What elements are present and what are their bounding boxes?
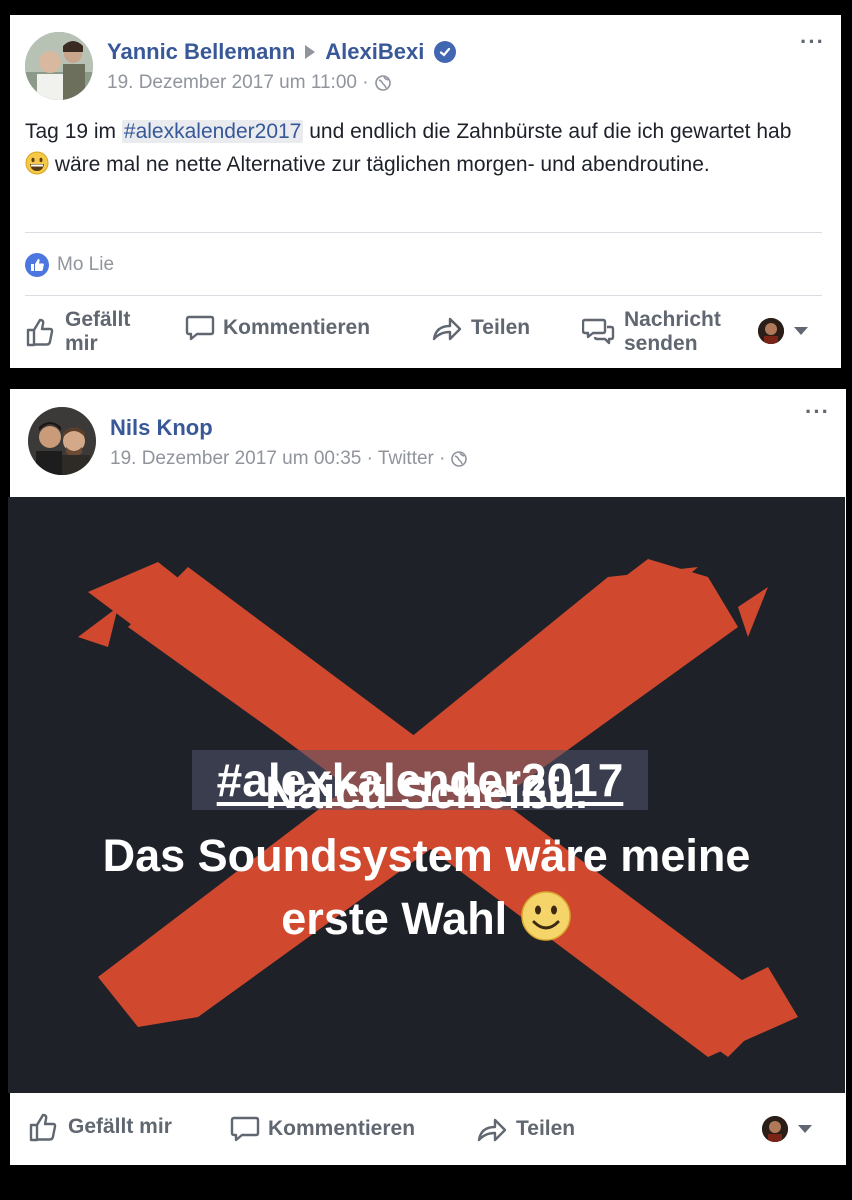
image-text-line-3: erste Wahl <box>8 890 845 953</box>
comment-icon <box>230 1116 260 1142</box>
verified-badge-icon <box>434 41 457 63</box>
reaction-names[interactable]: Mo Lie <box>57 254 114 276</box>
target-page-link[interactable]: AlexiBexi <box>325 39 424 65</box>
share-label: Teilen <box>516 1117 576 1140</box>
more-options-icon[interactable]: ··· <box>800 31 825 53</box>
reaction-summary[interactable]: Mo Lie <box>25 253 114 277</box>
send-message-label: Nachricht senden <box>624 308 721 355</box>
like-reaction-icon <box>25 253 49 277</box>
thumbs-up-icon <box>26 318 54 347</box>
share-button[interactable]: Teilen <box>431 313 530 343</box>
like-label: Gefällt mir <box>65 308 131 355</box>
viewer-avatar <box>758 318 784 344</box>
thumbs-up-icon <box>29 1113 57 1142</box>
post-timestamp[interactable]: 19. Dezember 2017 um 00:35 · Twitter · <box>110 448 445 470</box>
message-bubbles-icon <box>582 318 615 345</box>
author-avatar[interactable] <box>25 32 93 100</box>
author-name-link[interactable]: Yannic Bellemann <box>107 39 295 65</box>
send-message-button[interactable]: Nachricht senden <box>582 308 739 356</box>
comment-label: Kommentieren <box>268 1117 416 1140</box>
hashtag-link[interactable]: #alexkalender2017 <box>121 120 304 143</box>
share-arrow-icon <box>432 317 462 341</box>
viewer-selector[interactable] <box>758 318 808 344</box>
author-name-link[interactable]: Nils Knop <box>110 415 213 441</box>
arrow-right-icon <box>305 45 316 59</box>
comment-label: Kommentieren <box>223 316 371 339</box>
comment-icon <box>185 315 215 341</box>
chevron-down-icon <box>794 327 808 335</box>
grinning-face-emoji <box>25 151 49 185</box>
image-text-line-2: Das Soundsystem wäre meine <box>102 830 751 881</box>
share-arrow-icon <box>477 1118 507 1142</box>
like-label: Gefällt mir <box>68 1115 172 1138</box>
post-card-2: Nils Knop 19. Dezember 2017 um 00:35 · T… <box>8 389 846 1165</box>
more-options-icon[interactable]: ··· <box>805 401 830 423</box>
smiling-face-emoji <box>520 890 572 953</box>
divider <box>25 232 822 233</box>
share-button[interactable]: Teilen <box>476 1114 575 1144</box>
share-label: Teilen <box>471 316 531 339</box>
like-button[interactable]: Gefällt mir <box>25 308 145 356</box>
divider <box>25 295 822 296</box>
post-timestamp[interactable]: 19. Dezember 2017 um 11:00 · <box>107 72 369 94</box>
author-avatar[interactable] <box>28 407 96 475</box>
viewer-avatar <box>762 1116 788 1142</box>
post-card-1: Yannic Bellemann AlexiBexi 19. Dezember … <box>10 15 841 368</box>
chevron-down-icon <box>798 1125 812 1133</box>
comment-button[interactable]: Kommentieren <box>185 313 370 343</box>
viewer-selector[interactable] <box>762 1116 812 1142</box>
comment-button[interactable]: Kommentieren <box>230 1114 415 1144</box>
post-text: Tag 19 im #alexkalender2017 und endlich … <box>25 115 795 185</box>
like-button[interactable]: Gefällt mir <box>28 1111 172 1143</box>
image-text-line-1: Naicü Scheißü. <box>265 767 588 818</box>
globe-icon <box>451 451 468 467</box>
globe-icon <box>374 75 391 91</box>
post-image[interactable]: #alexkalender2017 Naicü Scheißü. Das Sou… <box>8 497 845 1093</box>
